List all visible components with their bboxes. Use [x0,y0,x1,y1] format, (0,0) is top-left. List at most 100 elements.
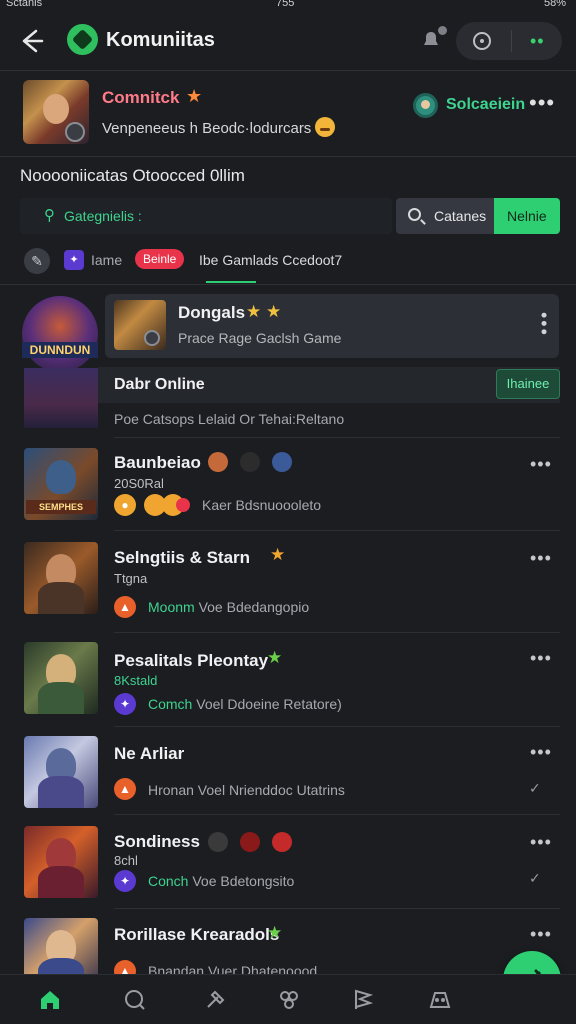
section-title: Nooooniicatas Otoocced 0llim [20,166,245,185]
game-meta: Kaer Bdsnuoooleto [202,497,321,513]
more-icon[interactable]: •• [530,31,545,52]
join-button[interactable]: Ihainee [496,369,560,399]
profile-action-icon [413,93,438,118]
thumb-body [38,776,84,808]
group-icon [280,991,298,1009]
avatar-face [43,94,69,124]
featured-title: Dabr Online [114,376,205,393]
game-thumbnail [24,642,98,714]
smile-emoji-icon [315,117,335,137]
fire-icon: ▲ [114,778,136,800]
star-icon: ★ [267,923,283,942]
game-subtitle: 8chl [114,853,138,868]
game-meta-text: Hronan Voel Nrienddoc Utatrins [148,782,345,798]
star-icon: ★ [186,86,203,106]
list-item[interactable]: SEMPHES Baunbeiao 20S0Ral ● Kaer Bdsnuoo… [0,448,576,532]
game-meta-text: Kaer Bdsnuoooleto [202,497,322,513]
member-avatars [208,452,304,474]
nav-chat[interactable] [122,987,148,1013]
search-button[interactable]: Catanes [396,198,494,234]
game-meta: Conch Voe Bdetongsito [148,873,294,889]
profile-more-button[interactable]: ••• [529,90,555,116]
back-button[interactable] [16,26,46,56]
profile-divider [0,156,576,157]
popup-stars: ★ ★ [246,302,282,321]
popup-more-button[interactable]: ••• [533,312,554,337]
bottom-nav [0,974,576,1024]
tab-tools-icon[interactable]: ✎ [24,248,50,274]
game-meta-highlight: Conch [148,873,189,889]
more-button[interactable]: ••• [530,924,552,945]
game-title: Ne Arliar [114,744,185,763]
top-pill-menu: •• [456,22,562,60]
featured-logo: DUNNDUN [22,342,98,358]
more-button[interactable]: ••• [530,548,552,569]
game-title: Sondiness [114,832,200,851]
game-meta-highlight: Comch [148,696,193,712]
more-button[interactable]: ••• [530,648,552,669]
nav-hammer[interactable] [202,987,228,1013]
thumb-body [38,958,84,974]
game-thumbnail [24,918,98,974]
more-button[interactable]: ••• [530,832,552,853]
top-bar: Komuniitas •• [0,14,576,70]
popup-title: Dongals [178,303,246,322]
list-item[interactable]: Ne Arliar ▲ Hronan Voel Nrienddoc Utatri… [0,736,576,812]
game-subtitle: 8Kstald [114,673,158,688]
nav-gamepad[interactable] [427,987,453,1013]
tab-bar: ✎ ✦ Iame Beinle Ibe Gamlads Ccedoot7 [0,244,576,283]
chat-icon [125,990,145,1010]
tab-name[interactable]: Iame [91,252,122,268]
game-thumbnail [24,736,98,808]
nav-group[interactable] [276,987,302,1013]
row-divider [114,437,560,438]
more-button[interactable]: ••• [530,454,552,475]
game-meta: Comch Voel Ddoeine Retatore) [148,696,342,712]
game-popup-card[interactable]: Dongals ★ ★ Prace Rage Gaclsh Game ••• [105,294,559,358]
tab-active[interactable]: Ibe Gamlads Ccedoot7 [199,252,342,268]
row-divider [114,530,560,531]
member-avatar-1 [208,832,228,852]
new-button[interactable]: Nelnie [494,198,560,234]
row-divider [114,632,560,633]
target-icon[interactable] [473,32,491,50]
featured-subtitle: Poe Catsops Lelaid Or Tehai:Reltano [114,411,345,427]
game-meta: Bnandan Vuer Dhatenoood [148,963,317,974]
tab-badge[interactable]: Beinle [135,249,185,269]
featured-game-thumbnail[interactable]: DUNNDUN [22,296,98,428]
avatar [23,80,89,144]
nav-flag[interactable] [350,987,376,1013]
game-title: Selngtiis & Starn [114,548,251,567]
profile-name: Comnitck [102,88,180,107]
list-item[interactable]: Pesalitals Pleontay ★ 8Kstald ✦ Comch Vo… [0,642,576,726]
list-item[interactable]: Selngtiis & Starn ★ Ttgna ▲ Moonm Voe Bd… [0,542,576,626]
flag-icon [355,989,374,1009]
game-meta-text: Voel Ddoeine Retatore) [192,696,342,712]
more-button[interactable]: ••• [530,742,552,763]
game-meta-text: Bnandan Vuer Dhatenoood [148,963,318,974]
nav-home[interactable] [37,987,63,1013]
profile-card[interactable]: Comnitck ★ Venpeneeus h Beodc·lodurcars … [0,74,576,154]
popup-thumbnail [114,300,166,350]
game-meta: Moonm Voe Bdedangopio [148,599,309,615]
thumb-figure [46,460,76,494]
page-title: Komuniitas [106,29,215,51]
home-icon [41,991,59,1009]
category-filter-label: Gategnielis : [64,208,142,224]
gamepad-icon [429,992,451,1008]
carrier-label: Sctanis [6,0,43,9]
app-logo [67,24,98,55]
game-title: Pesalitals Pleontay [114,651,269,670]
row-divider [114,908,560,909]
list-item[interactable]: Rorillase Krearadols ★ ▲ Bnandan Vuer Dh… [0,918,576,974]
row-divider [114,726,560,727]
profile-action-link[interactable]: Solcaeiein [446,96,525,114]
featured-circle [22,296,98,372]
row-divider [114,814,560,815]
popup-subtitle: Prace Rage Gaclsh Game [178,330,342,346]
tab-puzzle-icon[interactable]: ✦ [64,250,84,270]
member-avatar-1 [208,452,228,472]
game-title: Baunbeiao [114,453,201,472]
header-divider [0,70,576,71]
list-item[interactable]: Sondiness 8chl ✦ Conch Voe Bdetongsito •… [0,826,576,902]
